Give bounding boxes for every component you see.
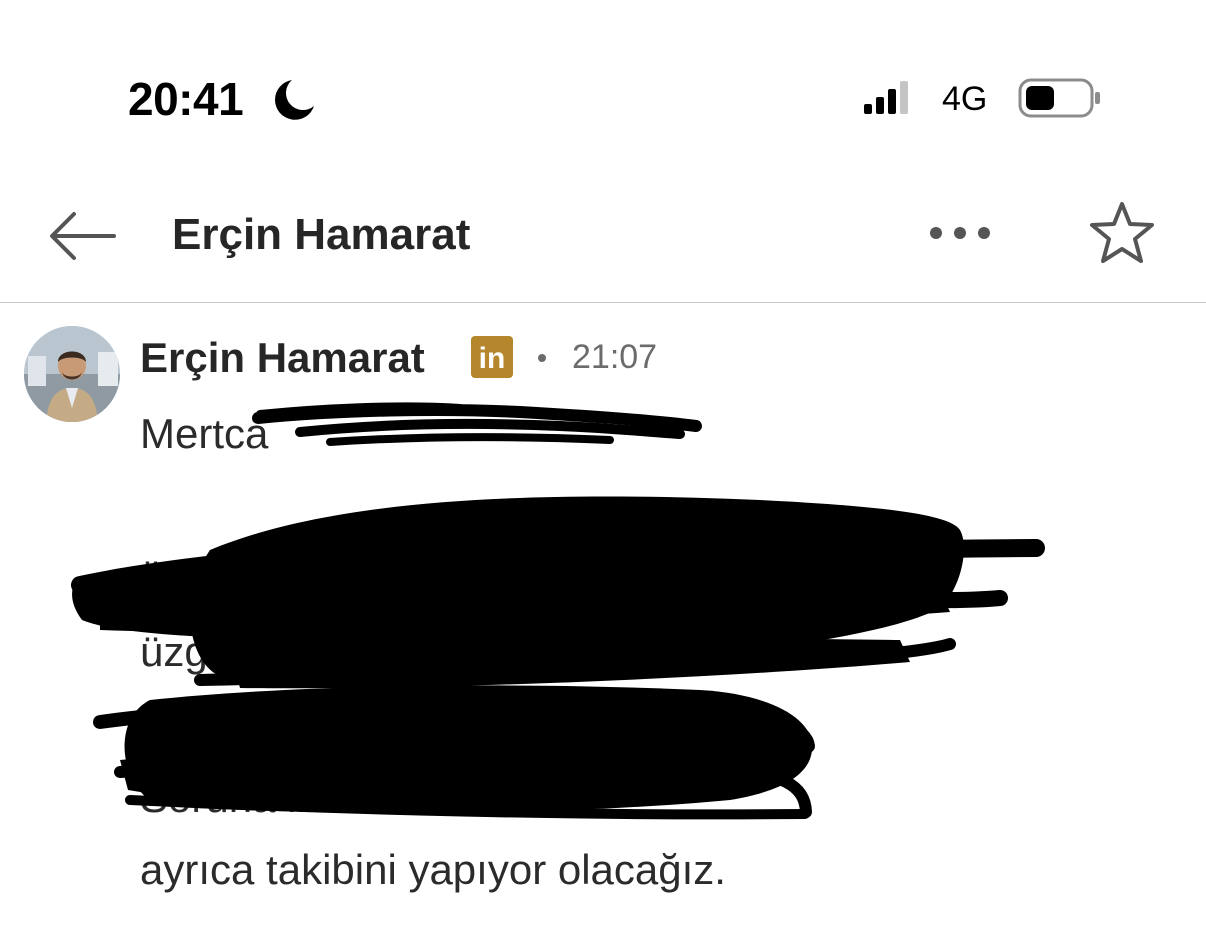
battery-icon: [1018, 78, 1100, 118]
message-line: ayrıca takibini yapıyor olacağız.: [140, 846, 726, 893]
badge-text: in: [479, 342, 506, 375]
message-greeting: Mertca: [140, 410, 269, 457]
conversation-header: Erçin Hamarat: [0, 180, 1206, 303]
more-icon[interactable]: [926, 222, 994, 244]
sender-name[interactable]: Erçin Hamarat: [140, 334, 425, 382]
signal-icon: [864, 81, 908, 114]
star-icon[interactable]: [1088, 200, 1156, 266]
message-screen: 20:41 4G Erçin Hamarat Erçin Hamarat in …: [0, 0, 1206, 950]
message-line: Soruna im. Sürecin: [140, 774, 498, 821]
avatar-photo: [24, 326, 120, 422]
moon-icon: [274, 80, 314, 120]
separator-dot: [538, 354, 546, 362]
back-arrow-icon[interactable]: [48, 208, 118, 264]
sender-avatar[interactable]: [24, 326, 120, 422]
status-bar: 20:41 4G: [0, 0, 1206, 180]
conversation-title: Erçin Hamarat: [172, 210, 471, 259]
message-line: üzg m.: [140, 628, 267, 675]
message-time: 21:07: [572, 338, 658, 376]
network-label: 4G: [942, 80, 988, 118]
linkedin-premium-badge-icon: in: [471, 336, 513, 378]
status-time: 20:41: [128, 73, 244, 125]
message-line: ü chebiyle: [140, 552, 330, 599]
